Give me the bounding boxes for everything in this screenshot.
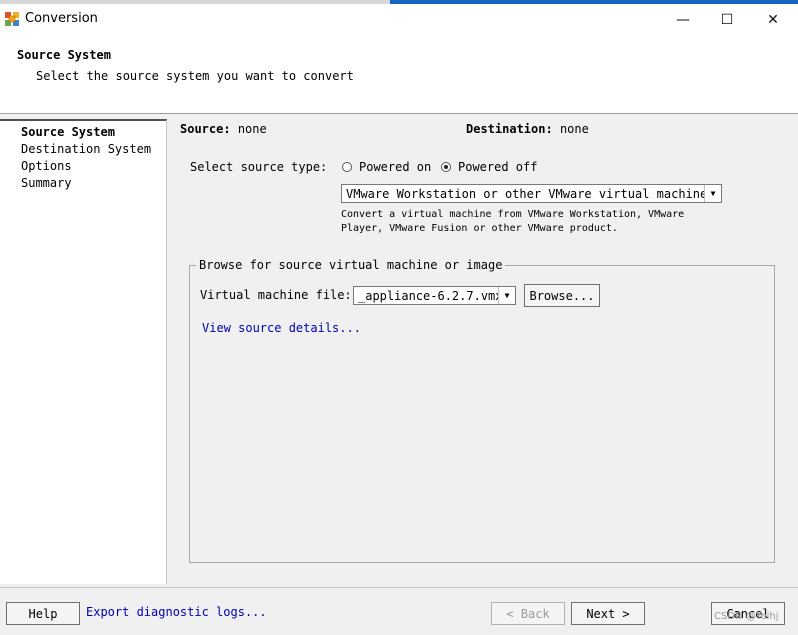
close-icon: ✕	[767, 12, 779, 28]
chevron-down-icon[interactable]: ▼	[498, 287, 515, 304]
browse-groupbox	[189, 265, 775, 563]
page-subtitle: Select the source system you want to con…	[36, 69, 354, 83]
powered-off-radio[interactable]	[441, 162, 451, 172]
watermark: CSDN @Yeihj	[714, 611, 779, 622]
source-type-dropdown-value: VMware Workstation or other VMware virtu…	[346, 187, 708, 201]
source-summary: Source: none	[180, 122, 267, 136]
destination-summary: Destination: none	[466, 122, 589, 136]
destination-value: none	[559, 122, 589, 136]
vm-file-value: _appliance-6.2.7.vmx	[358, 289, 503, 303]
browse-group-legend: Browse for source virtual machine or ima…	[196, 258, 506, 272]
page-title: Source System	[17, 48, 111, 62]
destination-label: Destination:	[466, 122, 553, 136]
vm-file-combobox[interactable]: _appliance-6.2.7.vmx ▼	[353, 286, 516, 305]
step-destination-system[interactable]: Destination System	[21, 142, 151, 156]
vmware-converter-app-icon	[5, 12, 19, 26]
window-title: Conversion	[25, 11, 98, 26]
source-value: none	[237, 122, 267, 136]
chevron-down-icon: ▼	[704, 185, 721, 202]
powered-on-radio[interactable]	[342, 162, 352, 172]
view-source-details-link[interactable]: View source details...	[202, 321, 361, 335]
description-line: Convert a virtual machine from VMware Wo…	[341, 209, 685, 220]
source-type-description: Convert a virtual machine from VMware Wo…	[341, 208, 684, 236]
powered-on-label[interactable]: Powered on	[359, 160, 431, 174]
export-diagnostic-logs-link[interactable]: Export diagnostic logs...	[86, 605, 267, 619]
step-summary[interactable]: Summary	[21, 176, 72, 190]
source-type-label: Select source type:	[190, 160, 328, 174]
source-type-dropdown[interactable]: VMware Workstation or other VMware virtu…	[341, 184, 722, 203]
next-button[interactable]: Next >	[571, 602, 645, 625]
vm-file-label: Virtual machine file:	[200, 288, 352, 302]
maximize-button[interactable]: ☐	[704, 6, 750, 34]
minimize-icon: —	[676, 12, 690, 28]
help-button[interactable]: Help	[6, 602, 80, 625]
close-button[interactable]: ✕	[750, 6, 796, 34]
description-line: Player, VMware Fusion or other VMware pr…	[341, 223, 618, 234]
minimize-button[interactable]: —	[660, 6, 706, 34]
powered-off-label[interactable]: Powered off	[458, 160, 537, 174]
maximize-icon: ☐	[720, 12, 734, 28]
browse-button[interactable]: Browse...	[524, 284, 600, 307]
step-source-system[interactable]: Source System	[21, 125, 115, 139]
source-label: Source:	[180, 122, 231, 136]
back-button[interactable]: < Back	[491, 602, 565, 625]
step-options[interactable]: Options	[21, 159, 72, 173]
